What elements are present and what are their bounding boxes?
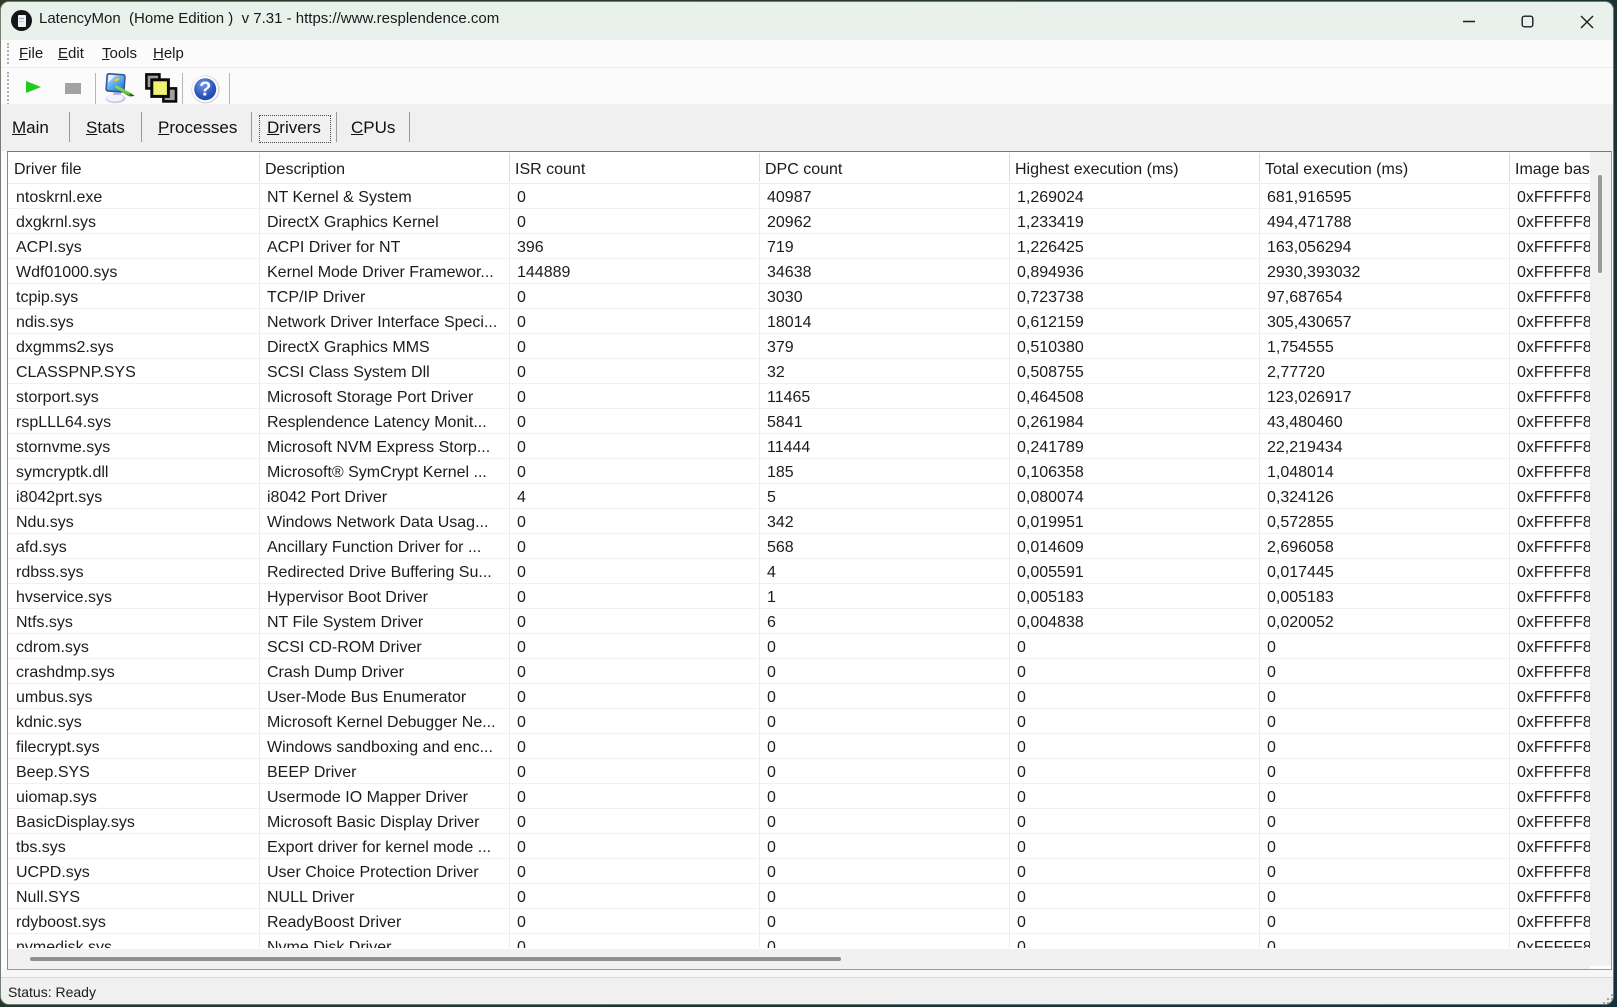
svg-text:?: ? [199,79,211,101]
